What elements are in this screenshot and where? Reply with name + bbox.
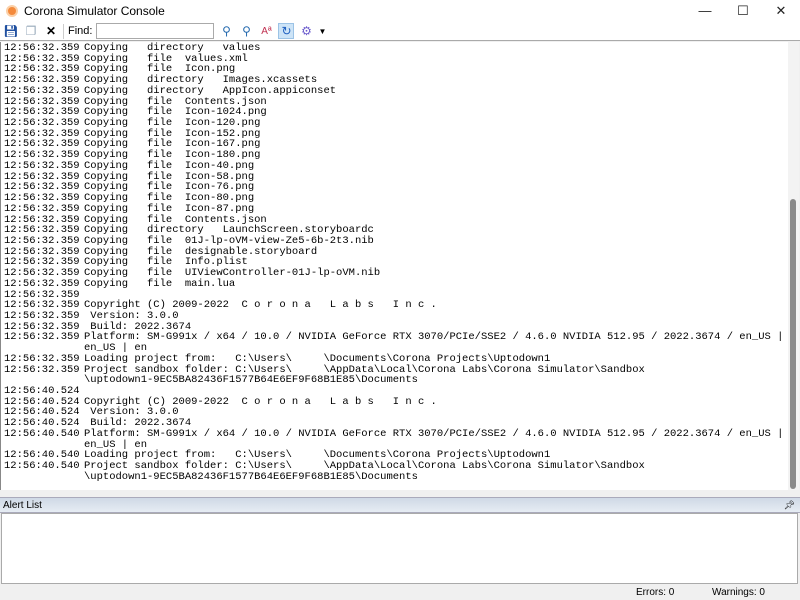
window-title: Corona Simulator Console	[24, 4, 165, 18]
find-next-icon[interactable]: ⚲	[218, 23, 234, 39]
save-icon[interactable]: 💾︎	[3, 23, 19, 39]
console-message: Copying file main.lua	[84, 277, 236, 290]
console-line: 12:56:32.359 Copying file main.lua	[4, 279, 788, 290]
copy-icon[interactable]: ❐	[23, 23, 39, 39]
console-line: 12:56:32.359 Loading project from: C:\Use…	[4, 354, 788, 365]
clear-icon[interactable]: ✕	[43, 23, 59, 39]
console-message: Platform: SM-G991x / x64 / 10.0 / NVIDIA…	[84, 427, 788, 440]
toolbar-separator	[63, 23, 64, 39]
alert-list[interactable]	[1, 513, 798, 584]
console-timestamp: 12:56:32.359	[4, 352, 80, 365]
alert-list-title: Alert List	[3, 500, 42, 511]
console-timestamp: 12:56:40.540	[4, 460, 80, 473]
console-message: \uptodown1-9EC5BA82436F1577B64E6EF9F68B1…	[84, 374, 418, 387]
title-bar: Corona Simulator Console — ☐ ✕	[0, 0, 800, 22]
status-bar: Errors: 0 Warnings: 0	[0, 585, 800, 600]
console-line: 12:56:32.359 Copying file Icon-87.png	[4, 204, 788, 215]
console-timestamp: 12:56:32.359	[4, 363, 80, 376]
console-timestamp: 12:56:32.359	[4, 277, 80, 290]
match-case-icon[interactable]: Aª	[258, 23, 274, 39]
maximize-button[interactable]: ☐	[724, 0, 762, 22]
minimize-button[interactable]: —	[686, 0, 724, 22]
settings-icon[interactable]: ⚙	[298, 23, 314, 39]
console-scrollbar[interactable]	[788, 42, 799, 490]
find-input[interactable]	[96, 23, 215, 39]
console-line: 12:56:32.359 Copying directory AppIcon.ap…	[4, 86, 788, 97]
console-timestamp: 12:56:32.359	[4, 84, 80, 97]
console-timestamp: 12:56:40.540	[4, 427, 80, 440]
console-timestamp: 12:56:32.359	[4, 202, 80, 215]
console-line: \uptodown1-9EC5BA82436F1577B64E6EF9F68B1…	[4, 472, 788, 483]
scrollbar-thumb[interactable]	[790, 199, 796, 489]
console-timestamp: 12:56:32.359	[4, 331, 80, 344]
settings-dropdown-icon[interactable]: ▼	[318, 27, 326, 36]
warnings-count: Warnings: 0	[712, 587, 765, 598]
console-line: 12:56:40.540 Platform: SM-G991x / x64 / 1…	[4, 429, 788, 440]
corona-app-icon	[6, 5, 18, 17]
pin-icon[interactable]: 📌︎	[784, 498, 795, 513]
wrap-icon[interactable]: ↻	[278, 23, 295, 39]
console-message: Platform: SM-G991x / x64 / 10.0 / NVIDIA…	[84, 331, 788, 344]
console-timestamp	[4, 472, 84, 483]
console-output[interactable]: 12:56:32.359 Copying directory values 12:5…	[0, 42, 788, 490]
console-message: Copying directory AppIcon.appiconset	[84, 84, 337, 97]
find-previous-icon[interactable]: ⚲	[238, 23, 254, 39]
console-message: Loading project from: C:\Users\ \Documen…	[84, 352, 551, 365]
console-line: \uptodown1-9EC5BA82436F1577B64E6EF9F68B1…	[4, 375, 788, 386]
close-button[interactable]: ✕	[762, 0, 800, 22]
find-label: Find:	[68, 25, 93, 37]
console-message: Copying file Icon-87.png	[84, 202, 255, 215]
errors-count: Errors: 0	[636, 587, 675, 598]
console-message: \uptodown1-9EC5BA82436F1577B64E6EF9F68B1…	[84, 470, 418, 483]
alert-list-header: Alert List 📌︎	[0, 497, 800, 513]
toolbar: 💾︎ ❐ ✕ Find: ⚲ ⚲ Aª ↻ ⚙ ▼	[0, 22, 800, 41]
